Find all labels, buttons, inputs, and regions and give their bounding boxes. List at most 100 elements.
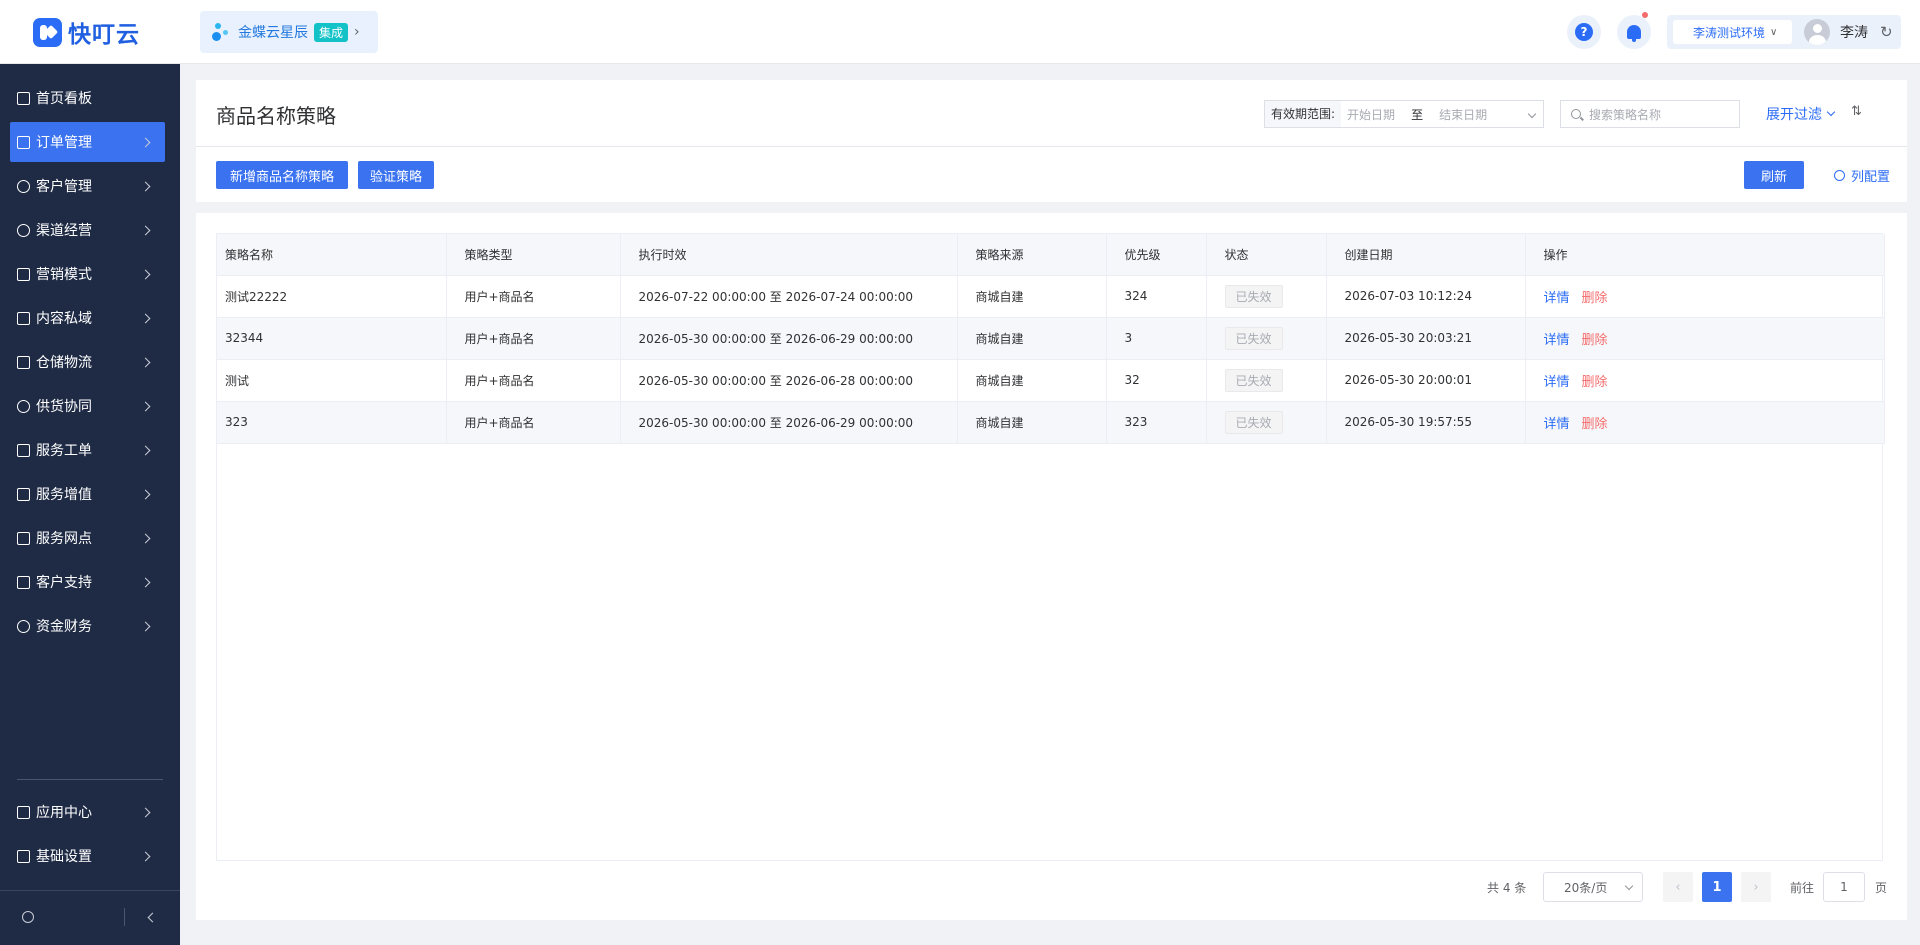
delete-link[interactable]: 删除 xyxy=(1582,291,1608,306)
cell-period: 2026-05-30 00:00:00 至 2026-06-29 00:00:0… xyxy=(620,317,958,360)
integration-name: 金蝶云星辰 xyxy=(238,25,308,41)
chevron-right-icon xyxy=(140,621,151,631)
sidebar-item-customers[interactable]: 客户管理 xyxy=(10,166,165,206)
chevron-down-icon: ∨ xyxy=(1770,26,1778,38)
table-row: 32344 用户+商品名 2026-05-30 00:00:00 至 2026-… xyxy=(217,317,1885,360)
sidebar-item-label: 仓储物流 xyxy=(36,355,92,371)
sidebar-item-channels[interactable]: 渠道经营 xyxy=(10,210,165,250)
table-row: 323 用户+商品名 2026-05-30 00:00:00 至 2026-06… xyxy=(217,401,1885,444)
delete-link[interactable]: 删除 xyxy=(1582,375,1608,390)
cell-source: 商城自建 xyxy=(957,275,1107,318)
cell-status: 已失效 xyxy=(1206,275,1327,318)
range-separator: 至 xyxy=(1411,107,1424,122)
refresh-icon[interactable]: ↻ xyxy=(1880,23,1893,41)
column-header: 优先级 xyxy=(1106,234,1207,276)
start-date-input[interactable]: 开始日期 xyxy=(1347,106,1395,123)
column-header: 状态 xyxy=(1206,234,1327,276)
sidebar-item-outlets[interactable]: 服务网点 xyxy=(10,518,165,558)
column-header: 策略来源 xyxy=(957,234,1107,276)
status-badge: 已失效 xyxy=(1224,410,1283,434)
validity-range-picker[interactable]: 有效期范围: 开始日期 至 结束日期 xyxy=(1264,100,1544,128)
gear-icon[interactable] xyxy=(22,911,34,923)
verify-strategy-button[interactable]: 验证策略 xyxy=(358,161,434,189)
unread-dot xyxy=(1642,12,1648,18)
detail-link[interactable]: 详情 xyxy=(1544,291,1570,306)
goto-page-input[interactable]: 1 xyxy=(1823,872,1865,902)
next-page-button[interactable]: › xyxy=(1741,872,1771,902)
status-badge: 已失效 xyxy=(1224,368,1283,392)
sidebar-item-label: 内容私域 xyxy=(36,311,92,327)
sidebar-item-home[interactable]: 首页看板 xyxy=(10,78,165,118)
page-title: 商品名称策略 xyxy=(216,104,336,128)
cell-period: 2026-07-22 00:00:00 至 2026-07-24 00:00:0… xyxy=(620,275,958,318)
chevron-right-icon xyxy=(140,313,151,323)
collapse-sidebar-icon[interactable] xyxy=(147,912,158,923)
sort-icon[interactable]: ⇅ xyxy=(1851,104,1862,119)
sidebar-item-app-center[interactable]: 应用中心 xyxy=(10,792,165,832)
sidebar-item-tickets[interactable]: 服务工单 xyxy=(10,430,165,470)
search-input[interactable]: 搜索策略名称 xyxy=(1560,100,1740,128)
sidebar-item-support[interactable]: 客户支持 xyxy=(10,562,165,602)
delete-link[interactable]: 删除 xyxy=(1582,417,1608,432)
chevron-right-icon xyxy=(140,357,151,367)
avatar[interactable] xyxy=(1804,19,1830,45)
detail-link[interactable]: 详情 xyxy=(1544,375,1570,390)
search-placeholder: 搜索策略名称 xyxy=(1589,107,1662,122)
chevron-right-icon xyxy=(140,225,151,235)
detail-link[interactable]: 详情 xyxy=(1544,333,1570,348)
bell-icon xyxy=(1627,25,1641,42)
add-strategy-button[interactable]: 新增商品名称策略 xyxy=(216,161,348,189)
detail-link[interactable]: 详情 xyxy=(1544,417,1570,432)
ticket-icon xyxy=(17,443,30,457)
chevron-down-icon xyxy=(1826,107,1836,117)
store-icon xyxy=(17,531,30,545)
cell-priority: 32 xyxy=(1106,359,1207,402)
status-badge: 已失效 xyxy=(1224,284,1283,308)
refresh-button[interactable]: 刷新 xyxy=(1744,161,1804,189)
logo-text: 快叮云 xyxy=(68,22,140,48)
integration-switcher[interactable]: 金蝶云星辰 集成 › xyxy=(200,11,378,53)
column-config-button[interactable]: 列配置 xyxy=(1834,166,1890,185)
notification-button[interactable] xyxy=(1617,12,1651,49)
sidebar-item-label: 供货协同 xyxy=(36,399,92,415)
sidebar-item-value-added[interactable]: 服务增值 xyxy=(10,474,165,514)
range-label: 有效期范围: xyxy=(1265,101,1342,127)
sidebar: 首页看板 订单管理 客户管理 渠道经营 营销模式 内容私域 仓储物流 供货协同 … xyxy=(0,64,180,945)
env-select[interactable]: 李涛测试环境 ∨ xyxy=(1673,20,1792,44)
home-icon xyxy=(17,91,30,105)
delete-link[interactable]: 删除 xyxy=(1582,333,1608,348)
expand-filter-button[interactable]: 展开过滤 xyxy=(1766,104,1836,124)
table-row: 测试 用户+商品名 2026-05-30 00:00:00 至 2026-06-… xyxy=(217,359,1885,402)
page-size-select[interactable]: 20条/页 xyxy=(1543,872,1643,902)
cell-type: 用户+商品名 xyxy=(446,317,621,360)
yuan-icon xyxy=(17,619,30,633)
page-number-button[interactable]: 1 xyxy=(1702,872,1732,902)
chevron-right-icon xyxy=(140,577,151,587)
sidebar-item-supply[interactable]: 供货协同 xyxy=(10,386,165,426)
sidebar-item-settings[interactable]: 基础设置 xyxy=(10,836,165,876)
sidebar-item-content[interactable]: 内容私域 xyxy=(10,298,165,338)
cell-created: 2026-05-30 20:00:01 xyxy=(1326,359,1526,402)
cell-name: 32344 xyxy=(217,317,447,360)
app-logo[interactable]: 快叮云 xyxy=(33,15,140,49)
chevron-right-icon xyxy=(140,851,151,861)
cell-actions: 详情 删除 xyxy=(1525,401,1885,444)
sidebar-item-orders[interactable]: 订单管理 xyxy=(10,122,165,162)
end-date-input[interactable]: 结束日期 xyxy=(1439,106,1487,123)
sidebar-footer-divider xyxy=(0,890,180,891)
sidebar-item-warehouse[interactable]: 仓储物流 xyxy=(10,342,165,382)
sidebar-item-label: 服务网点 xyxy=(36,531,92,547)
chevron-right-icon xyxy=(140,445,151,455)
prev-page-button[interactable]: ‹ xyxy=(1663,872,1693,902)
column-header: 操作 xyxy=(1525,234,1885,276)
help-button[interactable]: ? xyxy=(1567,15,1601,49)
cell-priority: 324 xyxy=(1106,275,1207,318)
chevron-right-icon xyxy=(140,807,151,817)
sidebar-item-label: 服务增值 xyxy=(36,487,92,503)
channel-icon xyxy=(17,223,30,237)
sidebar-item-marketing[interactable]: 营销模式 xyxy=(10,254,165,294)
username[interactable]: 李涛 xyxy=(1840,22,1868,42)
cell-period: 2026-05-30 00:00:00 至 2026-06-28 00:00:0… xyxy=(620,359,958,402)
sidebar-item-finance[interactable]: 资金财务 xyxy=(10,606,165,646)
cell-created: 2026-07-03 10:12:24 xyxy=(1326,275,1526,318)
